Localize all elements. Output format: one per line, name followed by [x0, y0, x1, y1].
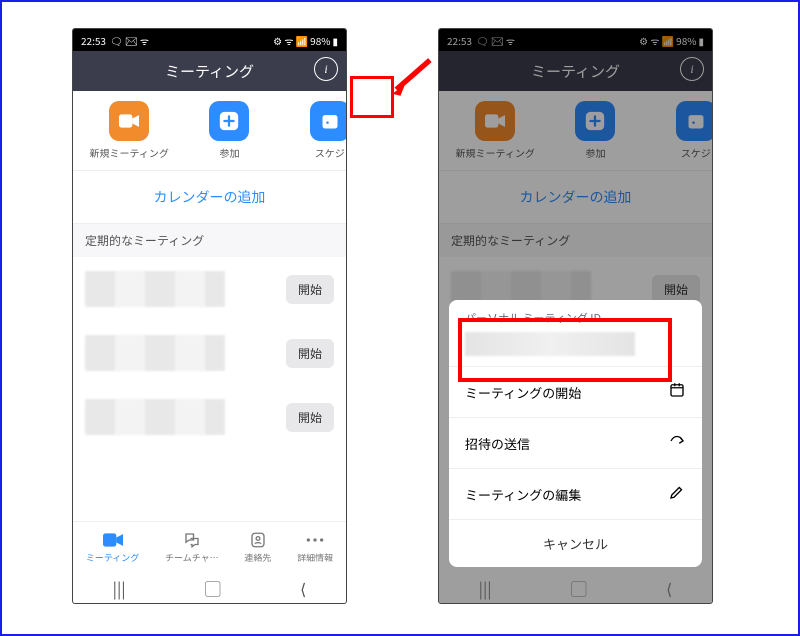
home-icon[interactable]: ▢ — [571, 576, 587, 600]
sheet-cancel[interactable]: キャンセル — [449, 519, 702, 567]
contacts-icon — [247, 531, 269, 549]
back-icon[interactable]: ⟨ — [666, 576, 672, 600]
start-button[interactable]: 開始 — [286, 403, 334, 432]
join-button[interactable]: 参加 — [189, 101, 269, 160]
android-nav: ||| ▢ ⟨ — [73, 573, 346, 603]
meeting-row[interactable]: 開始 — [73, 385, 346, 449]
schedule-button[interactable]: スケジ — [290, 101, 347, 160]
battery-icon: ▮ — [332, 33, 338, 48]
recent-apps-icon[interactable]: ||| — [113, 576, 126, 600]
camera-icon — [102, 531, 124, 549]
info-button[interactable]: i — [314, 57, 338, 81]
tab-team-chat[interactable]: チームチャ… — [165, 531, 219, 564]
annotation-arrow — [390, 58, 432, 100]
action-sheet: パーソナル ミーティング ID ミーティングの開始 招待の送信 ミーティングの編… — [449, 300, 702, 567]
share-icon — [668, 432, 686, 454]
annotation-highlight-info — [350, 76, 394, 118]
sheet-send-invite[interactable]: 招待の送信 — [449, 417, 702, 468]
status-icons-left: 🗨 ✉ ᯤ — [110, 33, 149, 48]
status-time: 22:53 — [81, 33, 106, 48]
tab-more[interactable]: 詳細情報 — [297, 531, 333, 564]
phone-screenshot-left: 22:53 🗨 ✉ ᯤ ⚙ ᯤ 📶 98% ▮ ミーティング i 新規ミーティン… — [72, 28, 347, 604]
action-row: 新規ミーティング 参加 スケジ — [73, 91, 346, 171]
recent-apps-icon[interactable]: ||| — [479, 576, 492, 600]
phone-screenshot-right: 22:53 🗨 ✉ ᯤ ⚙ ᯤ 📶 98% ▮ ミーティングi 新規ミーティング… — [438, 28, 713, 604]
chat-icon — [181, 531, 203, 549]
calendar-icon — [668, 381, 686, 403]
plus-icon — [209, 101, 249, 141]
meeting-title-redacted — [85, 335, 225, 371]
tab-contacts[interactable]: 連絡先 — [244, 531, 271, 564]
more-icon — [304, 531, 326, 549]
meeting-row[interactable]: 開始 — [73, 321, 346, 385]
start-button[interactable]: 開始 — [286, 339, 334, 368]
home-icon[interactable]: ▢ — [205, 576, 221, 600]
pencil-icon — [668, 483, 686, 505]
pmi-label: パーソナル ミーティング ID — [465, 310, 686, 326]
sheet-edit-meeting[interactable]: ミーティングの編集 — [449, 468, 702, 519]
header: ミーティング i — [73, 51, 346, 91]
new-meeting-button[interactable]: 新規ミーティング — [89, 101, 169, 160]
android-nav: ||| ▢ ⟨ — [439, 573, 712, 603]
bottom-nav: ミーティング チームチャ… 連絡先 詳細情報 — [73, 521, 346, 573]
calendar-icon — [310, 101, 347, 141]
camera-icon — [109, 101, 149, 141]
sheet-start-meeting[interactable]: ミーティングの開始 — [449, 366, 702, 417]
status-bar: 22:53 🗨 ✉ ᯤ ⚙ ᯤ 📶 98% ▮ — [73, 29, 346, 51]
pmi-value-redacted — [465, 332, 635, 356]
add-calendar-link[interactable]: カレンダーの追加 — [73, 171, 346, 224]
meeting-row[interactable]: 開始 — [73, 257, 346, 321]
meeting-title-redacted — [85, 399, 225, 435]
recurring-section-label: 定期的なミーティング — [73, 224, 346, 257]
status-signal-icon: ⚙ ᯤ 📶 — [273, 33, 308, 48]
meeting-title-redacted — [85, 271, 225, 307]
start-button[interactable]: 開始 — [286, 275, 334, 304]
back-icon[interactable]: ⟨ — [300, 576, 306, 600]
status-battery: 98% — [310, 33, 330, 48]
tab-meeting[interactable]: ミーティング — [86, 531, 139, 564]
header-title: ミーティング — [165, 61, 254, 82]
